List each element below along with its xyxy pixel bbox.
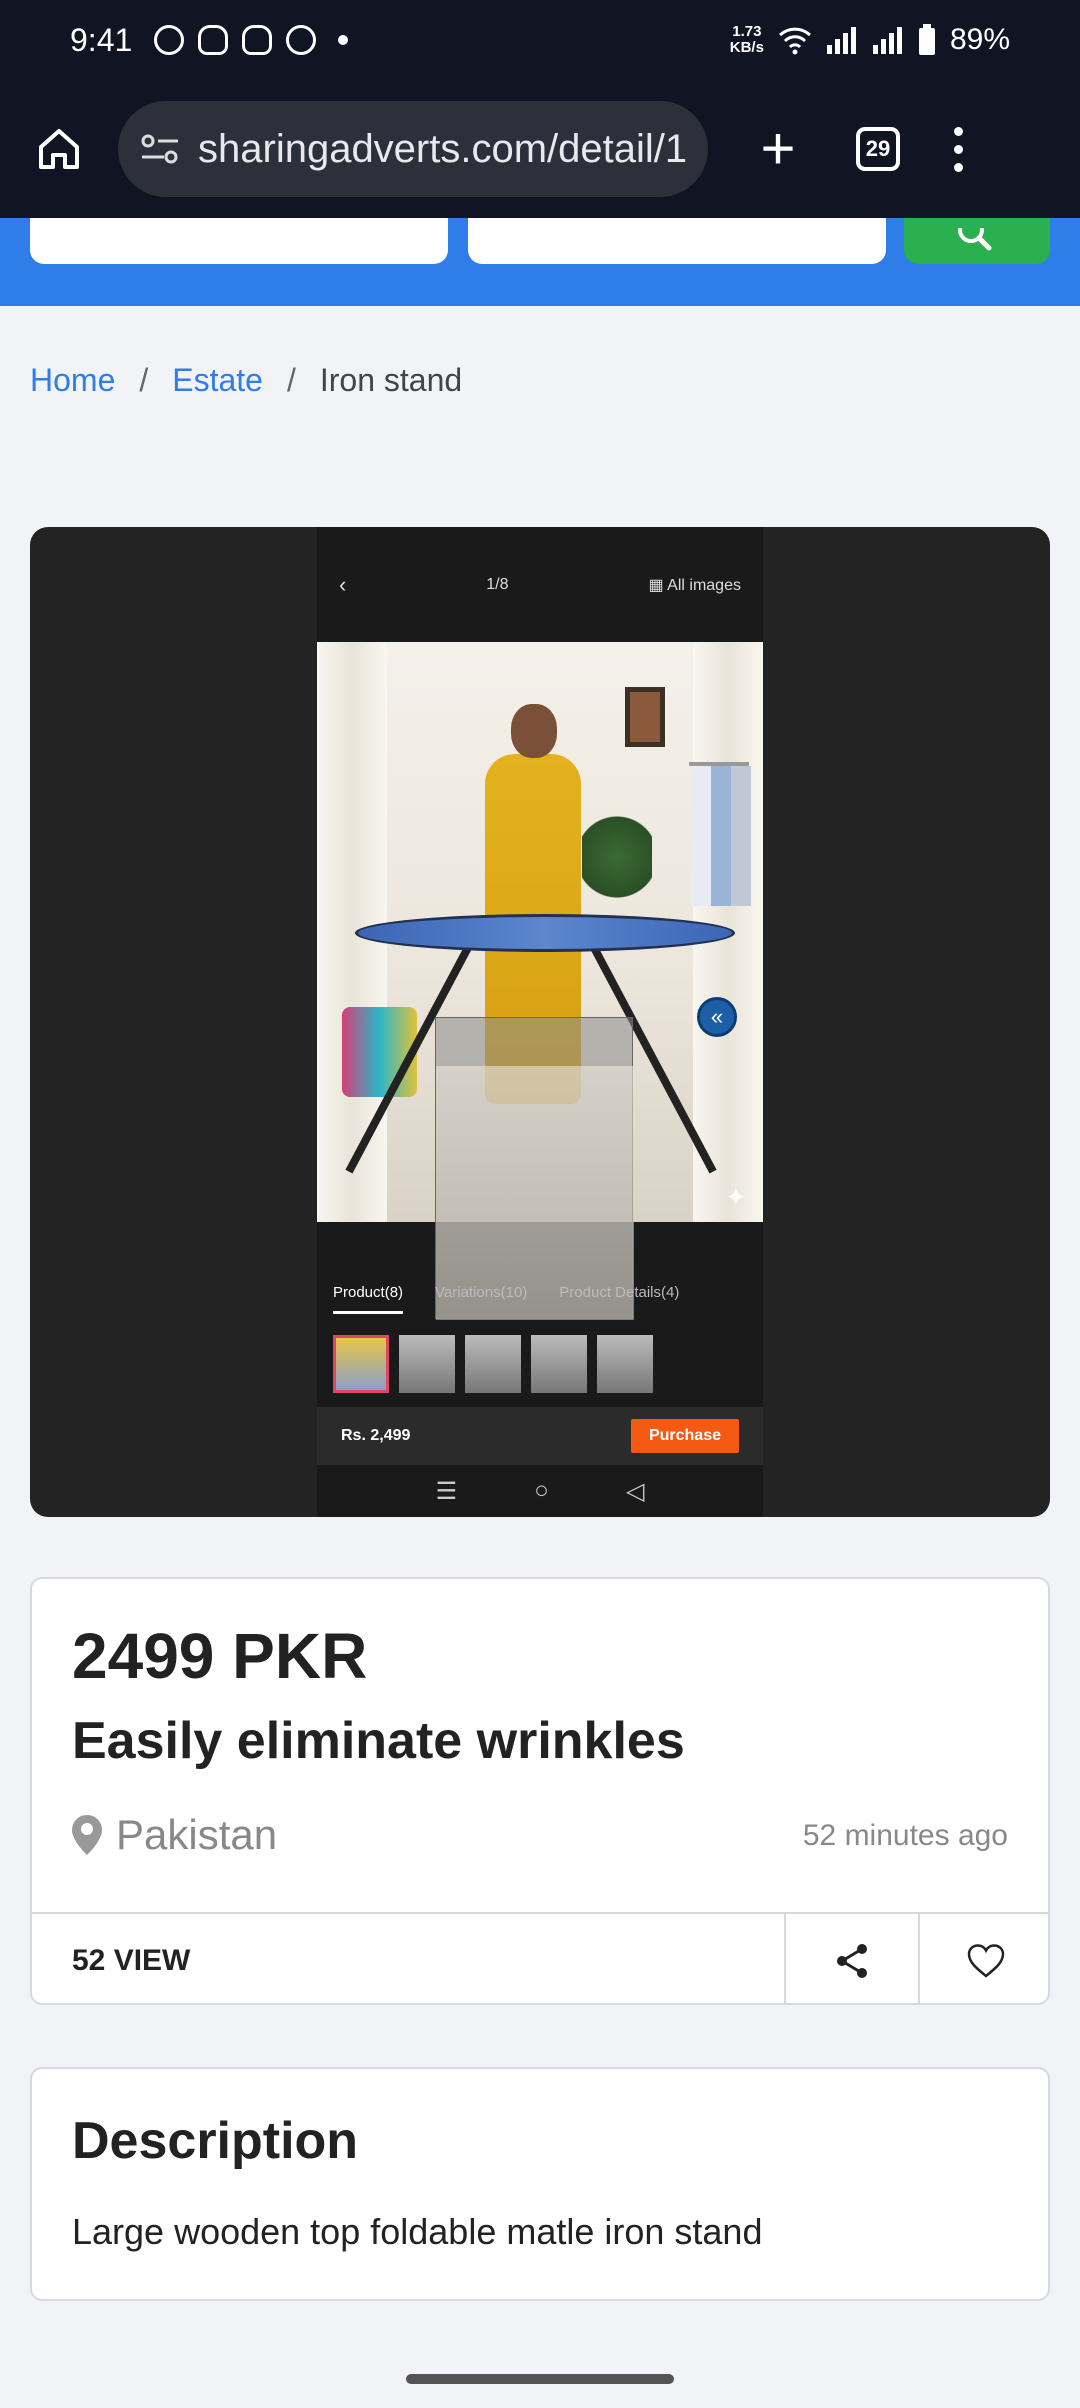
- breadcrumb: Home / Estate / Iron stand: [30, 362, 462, 399]
- purchase-label: Purchase: [630, 1419, 739, 1453]
- search-band: [0, 218, 1080, 306]
- ironing-board: [355, 914, 735, 952]
- url-text: sharingadverts.com/detail/1: [198, 126, 688, 171]
- description-heading: Description: [72, 2112, 359, 2170]
- address-bar[interactable]: sharingadverts.com/detail/1: [118, 101, 708, 197]
- favorite-button[interactable]: [918, 1914, 1048, 2003]
- thumbnail: [333, 1335, 389, 1393]
- back-icon: ‹: [339, 571, 347, 597]
- model-head: [511, 704, 557, 758]
- battery-icon: [918, 24, 935, 55]
- description-card: Description Large wooden top foldable ma…: [30, 2067, 1050, 2301]
- home-icon: [39, 129, 79, 169]
- snapchat-icon: [198, 25, 229, 55]
- listing-card: 2499 PKR Easily eliminate wrinkles Pakis…: [30, 1577, 1050, 2005]
- clothes-rack: [689, 762, 751, 982]
- all-images-label: ▦ All images: [648, 576, 741, 594]
- search-icon: [958, 228, 992, 251]
- wifi-icon: [778, 27, 811, 55]
- laundry-basket: [342, 1007, 417, 1097]
- collapse-icon[interactable]: «: [697, 997, 737, 1037]
- view-count: 52 VIEW: [72, 1943, 191, 1977]
- product-screenshot: ‹ 1/8 ▦ All images « ✦ Product(8) Variat…: [317, 527, 763, 1517]
- screenshot-nav-bar: ☰ ○ ◁: [317, 1465, 763, 1517]
- home-indicator[interactable]: [406, 2374, 674, 2384]
- location-text: Pakistan: [116, 1811, 278, 1858]
- listing-actions: 52 VIEW: [32, 1912, 1048, 2003]
- description-text: Large wooden top foldable matle iron sta…: [72, 2211, 763, 2252]
- tab-switcher-button[interactable]: 29: [856, 127, 900, 171]
- recents-icon: ☰: [435, 1477, 458, 1505]
- image-counter: 1/8: [486, 575, 509, 593]
- thumbnail: [465, 1335, 521, 1393]
- screenshot-price: Rs. 2,499: [341, 1427, 411, 1444]
- tab-product: Product(8): [333, 1284, 404, 1314]
- image-gallery[interactable]: ‹ 1/8 ▦ All images « ✦ Product(8) Variat…: [30, 527, 1050, 1517]
- signal-icon: [826, 27, 856, 54]
- tab-variations: Variations(10): [435, 1284, 528, 1301]
- new-tab-button[interactable]: +: [738, 109, 818, 189]
- battery-level: 89%: [949, 23, 1010, 56]
- search-keyword-field[interactable]: [30, 218, 448, 264]
- listing-location: Pakistan: [72, 1811, 277, 1859]
- share-icon: [837, 1943, 867, 1978]
- listing-title: Easily eliminate wrinkles: [72, 1712, 685, 1770]
- whatsapp-business-icon: [286, 25, 317, 55]
- thumbnail-strip: [333, 1335, 653, 1393]
- whatsapp-icon: [154, 25, 185, 55]
- tab-count: 29: [865, 136, 891, 161]
- tab-product-details: Product Details(4): [559, 1284, 680, 1301]
- search-location-field[interactable]: [468, 218, 886, 264]
- plant: [582, 812, 652, 902]
- posted-time: 52 minutes ago: [802, 1819, 1008, 1852]
- breadcrumb-home[interactable]: Home: [30, 362, 115, 399]
- browser-toolbar: sharingadverts.com/detail/1 + 29: [0, 80, 1080, 218]
- notification-icons: [154, 25, 349, 55]
- nested-screenshot: [435, 1017, 634, 1320]
- net-speed: 1.73 KB/s: [729, 23, 764, 56]
- screenshot-buy-bar: Rs. 2,499 Purchase: [317, 1407, 763, 1465]
- screenshot-tabs: Product(8) Variations(10) Product Detail…: [317, 1284, 763, 1314]
- wall-picture: [625, 687, 665, 747]
- thumbnail: [597, 1335, 653, 1393]
- signal-icon: [872, 27, 902, 54]
- listing-price: 2499 PKR: [72, 1620, 368, 1692]
- sparkle-icon: ✦: [725, 1182, 747, 1212]
- thumbnail: [399, 1335, 455, 1393]
- heart-icon: [967, 1943, 1005, 1978]
- breadcrumb-current: Iron stand: [319, 362, 463, 398]
- breadcrumb-separator: /: [139, 362, 149, 398]
- status-bar: 9:41 1.73 KB/s 89%: [0, 0, 1080, 80]
- dot-icon: [338, 35, 349, 45]
- share-button[interactable]: [784, 1914, 918, 2003]
- breadcrumb-separator: /: [286, 362, 296, 398]
- screenshot-header: ‹ 1/8 ▦ All images: [317, 527, 763, 642]
- search-button[interactable]: [904, 218, 1050, 264]
- back-triangle-icon: ◁: [625, 1477, 645, 1505]
- home-button[interactable]: [24, 114, 94, 184]
- site-settings-icon[interactable]: [140, 132, 180, 166]
- status-time: 9:41: [70, 21, 133, 58]
- thumbnail: [531, 1335, 587, 1393]
- snapchat-icon: [242, 25, 273, 55]
- location-pin-icon: [72, 1815, 102, 1855]
- more-menu-button[interactable]: [954, 126, 963, 172]
- breadcrumb-estate[interactable]: Estate: [172, 362, 263, 399]
- home-circle-icon: ○: [534, 1477, 549, 1504]
